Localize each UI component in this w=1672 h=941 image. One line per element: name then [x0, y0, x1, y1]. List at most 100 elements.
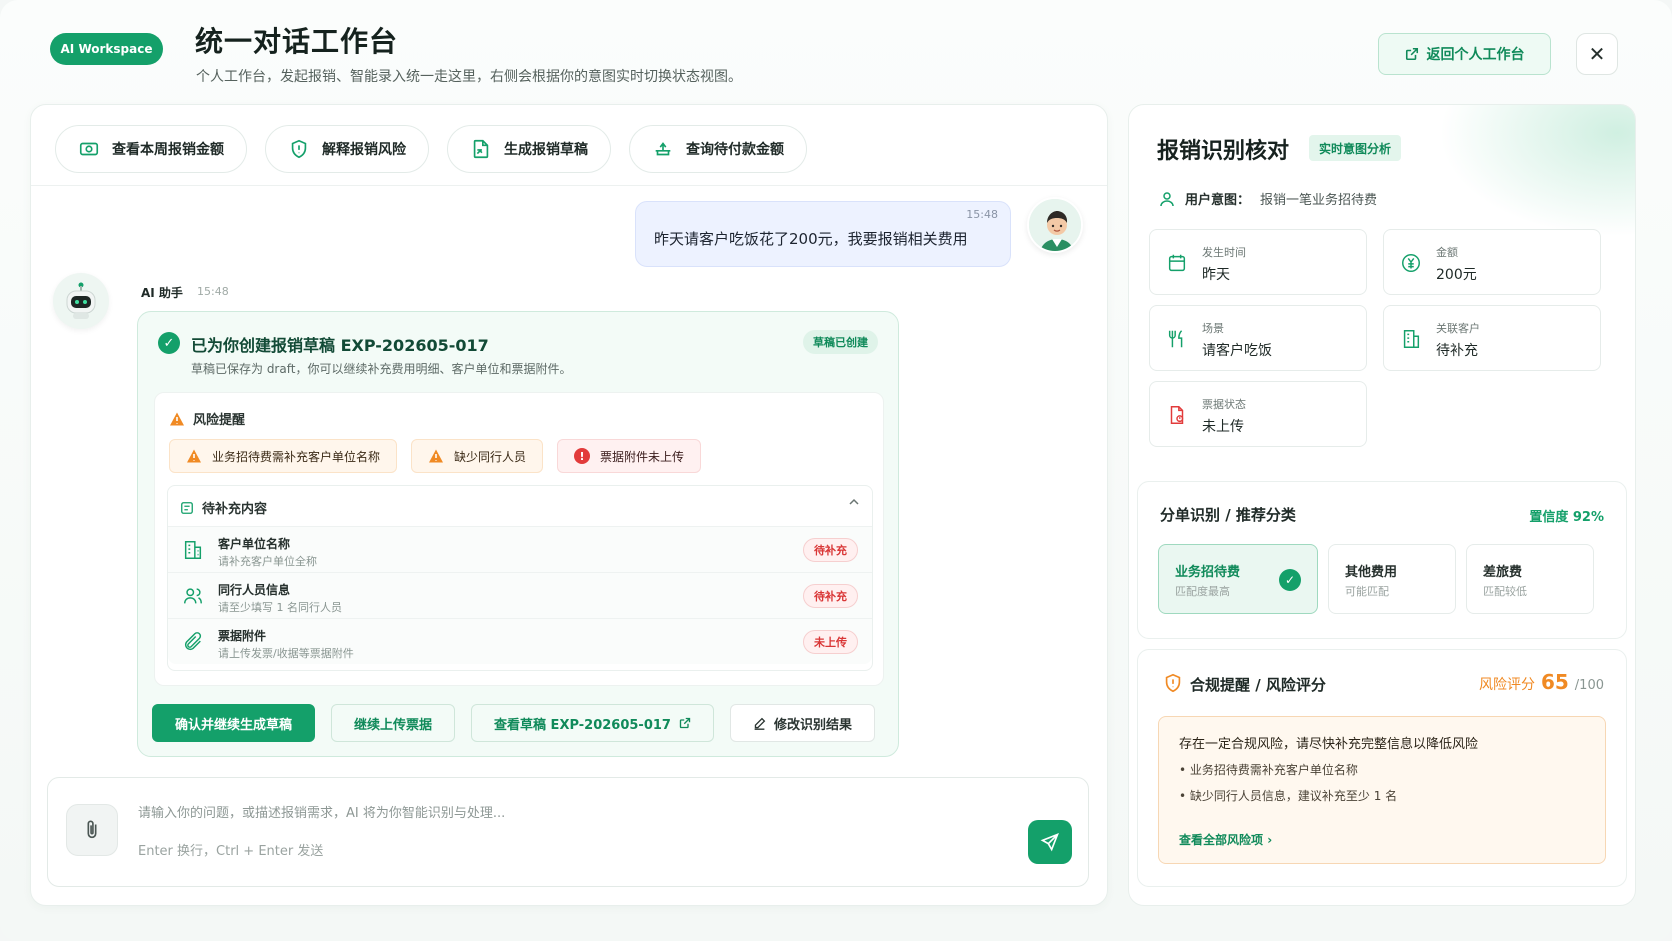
quick-action-label: 查看本周报销金额 [112, 142, 224, 158]
category-match: 匹配度最高 [1175, 585, 1230, 598]
warning-icon [429, 449, 444, 463]
risk-score-value: 65 [1540, 670, 1569, 694]
button-label: 查看草稿 EXP-202605-017 [494, 717, 671, 733]
pending-item-title: 票据附件 [218, 629, 267, 643]
field-occurred-time[interactable]: 发生时间 昨天 [1149, 229, 1367, 295]
pending-item-row[interactable]: 票据附件 请上传发票/收据等票据附件 未上传 [168, 618, 872, 664]
risk-tag-label: 缺少同行人员 [454, 449, 527, 464]
message-composer: 请输入你的问题，或描述报销需求，AI 将为你智能识别与处理... Enter 换… [47, 777, 1089, 887]
category-option[interactable]: 其他费用 可能匹配 [1328, 544, 1456, 614]
pending-items-section: 待补充内容 客户单位名称 请补充客户单位全称 待补充 同行人员信息 请至少填写 … [167, 485, 873, 671]
document-edit-icon [470, 138, 492, 160]
payment-icon [652, 138, 674, 160]
risk-score-label: 风险评分 [1478, 677, 1535, 693]
message-input[interactable]: 请输入你的问题，或描述报销需求，AI 将为你智能识别与处理... [138, 802, 505, 821]
pending-item-hint: 请至少填写 1 名同行人员 [218, 601, 342, 614]
pending-item-row[interactable]: 同行人员信息 请至少填写 1 名同行人员 待补充 [168, 572, 872, 618]
money-icon [78, 138, 100, 160]
risk-tags: 业务招待费需补充客户单位名称 缺少同行人员 ! 票据附件未上传 [169, 439, 702, 473]
quick-action-label: 生成报销草稿 [504, 142, 588, 158]
close-icon: ✕ [1588, 42, 1606, 66]
quick-action-explain-risk[interactable]: 解释报销风险 [265, 125, 429, 173]
pending-item-hint: 请上传发票/收据等票据附件 [218, 647, 354, 660]
pending-item-title: 客户单位名称 [218, 537, 291, 551]
view-all-risks-link[interactable]: 查看全部风险项 › [1179, 831, 1272, 848]
external-link-icon [679, 717, 691, 729]
quick-action-label: 解释报销风险 [322, 142, 406, 158]
draft-actions: 确认并继续生成草稿 继续上传票据 查看草稿 EXP-202605-017 修改识… [152, 704, 875, 742]
chat-panel: 查看本周报销金额 解释报销风险 生成报销草稿 查询待付款金额 15:48 昨天请… [30, 104, 1108, 906]
page-subtitle: 个人工作台，发起报销、智能录入统一走这里，右侧会根据你的意图实时切换状态视图。 [196, 69, 742, 85]
user-icon [1160, 191, 1174, 206]
send-icon [1040, 833, 1059, 852]
category-option[interactable]: 差旅费 匹配较低 [1466, 544, 1594, 614]
check-icon: ✓ [1279, 569, 1301, 591]
back-to-workspace-button[interactable]: 返回个人工作台 [1378, 33, 1551, 75]
user-avatar [1027, 197, 1083, 253]
classification-card: 分单识别 / 推荐分类 置信度 92% 业务招待费 匹配度最高 ✓ 其他费用 可… [1137, 481, 1627, 639]
risk-score: 风险评分 65 /100 [1479, 670, 1604, 694]
field-label: 场景 [1202, 322, 1224, 335]
compliance-item-text: 缺少同行人员信息，建议补充至少 1 名 [1189, 789, 1398, 803]
field-label: 金额 [1436, 246, 1458, 259]
upload-receipt-button[interactable]: 继续上传票据 [331, 704, 456, 742]
link-label: 查看全部风险项 [1179, 833, 1264, 847]
pending-items-header[interactable]: 待补充内容 [180, 498, 267, 517]
message-text: 昨天请客户吃饭花了200元，我要报销相关费用 [654, 230, 968, 248]
app-window: AI Workspace 统一对话工作台 个人工作台，发起报销、智能录入统一走这… [0, 0, 1672, 941]
close-button[interactable]: ✕ [1576, 33, 1618, 75]
risk-tag: ! 票据附件未上传 [557, 439, 702, 473]
category-name: 业务招待费 [1175, 565, 1241, 580]
compliance-card: 合规提醒 / 风险评分 风险评分 65 /100 存在一定合规风险，请尽快补充完… [1137, 649, 1627, 887]
edit-recognition-button[interactable]: 修改识别结果 [729, 704, 875, 742]
field-receipt-status[interactable]: 票据状态 未上传 [1149, 381, 1367, 447]
user-intent-row: 用户意图： 报销一笔业务招待费 [1159, 189, 1377, 208]
field-value: 昨天 [1202, 267, 1230, 283]
attach-button[interactable] [66, 804, 118, 856]
category-match: 可能匹配 [1345, 585, 1389, 598]
risk-tag-label: 业务招待费需补充客户单位名称 [212, 449, 381, 464]
risk-reminder-header: 风险提醒 [169, 409, 245, 428]
quick-action-generate-draft[interactable]: 生成报销草稿 [447, 125, 611, 173]
pending-status-badge: 未上传 [803, 630, 858, 654]
risk-reminder-title: 风险提醒 [193, 413, 246, 428]
risk-tag: 缺少同行人员 [411, 439, 544, 473]
classification-title: 分单识别 / 推荐分类 [1160, 506, 1296, 524]
quick-action-weekly-amount[interactable]: 查看本周报销金额 [55, 125, 247, 173]
button-label: 修改识别结果 [773, 717, 852, 733]
compliance-item: • 业务招待费需补充客户单位名称 [1179, 763, 1358, 777]
warning-icon [170, 412, 184, 425]
composer-hint: Enter 换行，Ctrl + Enter 发送 [138, 844, 324, 859]
field-amount[interactable]: 金额 200元 [1383, 229, 1601, 295]
pending-item-row[interactable]: 客户单位名称 请补充客户单位全称 待补充 [168, 526, 872, 572]
field-label: 发生时间 [1202, 246, 1246, 259]
bot-time: 15:48 [197, 285, 229, 298]
quick-action-pending-payment[interactable]: 查询待付款金额 [629, 125, 807, 173]
send-button[interactable] [1028, 820, 1072, 864]
category-match: 匹配较低 [1483, 585, 1527, 598]
building-icon [1403, 330, 1420, 348]
field-related-client[interactable]: 关联客户 待补充 [1383, 305, 1601, 371]
list-icon [181, 501, 193, 514]
draft-title: 已为你创建报销草稿 EXP-202605-017 [191, 336, 489, 355]
risk-score-max: /100 [1574, 678, 1604, 693]
brand-badge: AI Workspace [50, 33, 163, 65]
view-draft-button[interactable]: 查看草稿 EXP-202605-017 [471, 704, 714, 742]
button-label: 确认并继续生成草稿 [175, 717, 293, 733]
compliance-item: • 缺少同行人员信息，建议补充至少 1 名 [1179, 789, 1398, 803]
draft-result-card: ✓ 已为你创建报销草稿 EXP-202605-017 草稿已创建 草稿已保存为 … [137, 311, 899, 757]
check-circle-icon: ✓ [158, 332, 180, 354]
pending-item-title: 同行人员信息 [218, 583, 291, 597]
chevron-up-icon[interactable] [848, 496, 860, 512]
confirm-generate-draft-button[interactable]: 确认并继续生成草稿 [152, 704, 316, 742]
external-link-icon [1405, 47, 1418, 61]
bot-avatar [53, 273, 109, 329]
divider [31, 185, 1107, 186]
recognition-panel: 报销识别核对 实时意图分析 用户意图： 报销一笔业务招待费 发生时间 昨天 金额… [1128, 104, 1636, 906]
field-value: 请客户吃饭 [1202, 343, 1272, 359]
pending-status-badge: 待补充 [803, 538, 858, 562]
field-scenario[interactable]: 场景 请客户吃饭 [1149, 305, 1367, 371]
compliance-summary: 存在一定合规风险，请尽快补充完整信息以降低风险 [1179, 737, 1479, 752]
category-option-selected[interactable]: 业务招待费 匹配度最高 ✓ [1158, 544, 1318, 614]
chevron-right-icon: › [1267, 833, 1273, 847]
